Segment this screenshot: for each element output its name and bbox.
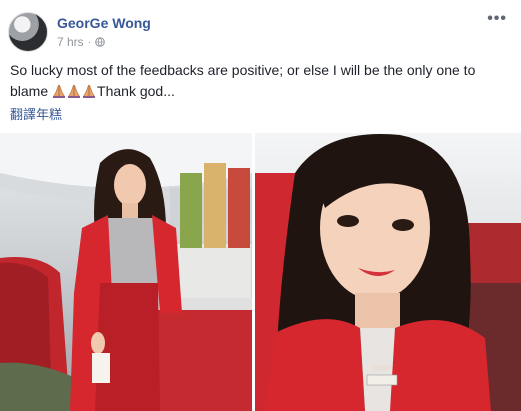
pray-emoji-icon	[68, 84, 81, 98]
globe-icon[interactable]	[95, 37, 105, 47]
facebook-post-card: GeorGe Wong 7 hrs · ••• So lucky most of…	[0, 0, 521, 411]
post-message: So lucky most of the feedbacks are posit…	[10, 60, 510, 102]
see-translation-link[interactable]: 翻譯年糕	[10, 104, 62, 123]
author-name-link[interactable]: GeorGe Wong	[57, 15, 151, 31]
more-options-icon[interactable]: •••	[487, 10, 507, 28]
author-avatar[interactable]	[8, 12, 48, 52]
post-text-line2-start: blame	[10, 83, 49, 99]
photo-flight-attendant-cabin[interactable]	[0, 133, 252, 411]
photo-flight-attendant-selfie[interactable]	[255, 133, 521, 411]
post-text-line2-end: Thank god...	[97, 83, 175, 99]
post-text-line1: So lucky most of the feedbacks are posit…	[10, 62, 476, 78]
pray-emoji-icon	[83, 84, 96, 98]
meta-separator: ·	[87, 36, 92, 48]
post-meta: 7 hrs ·	[57, 35, 105, 49]
pray-emoji-icon	[53, 84, 66, 98]
post-time[interactable]: 7 hrs	[57, 35, 84, 49]
